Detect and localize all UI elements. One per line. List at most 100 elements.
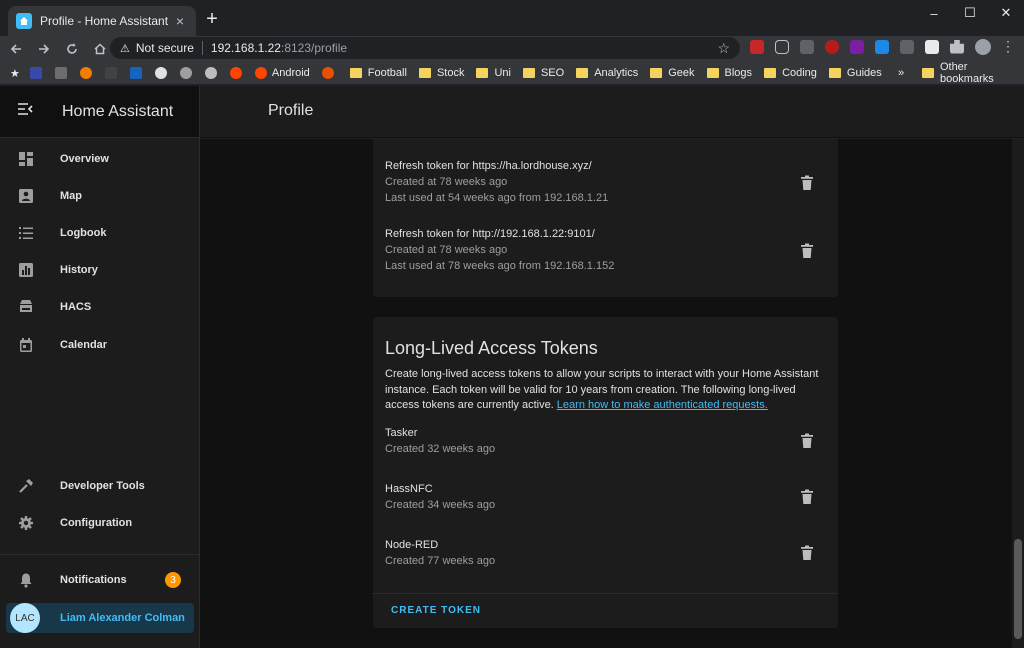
sidebar-item-notifications[interactable]: Notifications 3 [0,562,200,598]
folder-icon [349,68,362,78]
tab-title: Profile - Home Assistant [40,14,169,28]
sidebar-item-history[interactable]: History [0,252,200,288]
profile-avatar-icon[interactable] [975,38,991,55]
folder-icon [476,68,489,78]
bookmark-dots-icon[interactable] [179,67,192,79]
menu-collapse-icon[interactable] [17,102,39,121]
token-name: Refresh token for https://ha.lordhouse.x… [385,160,592,172]
bookmark-guides[interactable]: Guides [828,67,882,79]
bookmark-geek[interactable]: Geek [650,67,695,79]
sidebar-item-overview[interactable]: Overview [0,141,200,177]
delete-token-trash-icon[interactable] [800,489,814,505]
bookmark-ma-icon[interactable] [54,67,67,79]
sidebar-item-label: Logbook [60,227,107,239]
sidebar-item-developer-tools[interactable]: Developer Tools [0,468,200,504]
app-title: Home Assistant [62,102,174,120]
extension-blue-icon[interactable] [875,39,889,54]
token-created: Created 77 weeks ago [385,555,496,567]
pocket-icon[interactable] [775,39,789,54]
long-lived-token-item: Tasker Created 32 weeks ago [385,427,825,455]
bookmarks-bar: ★ Android Football Stock Uni SEO Analyti… [0,61,1024,85]
long-lived-token-item: HassNFC Created 34 weeks ago [385,483,825,511]
extension-red-icon[interactable] [750,39,764,54]
create-token-button[interactable]: CREATE TOKEN [391,605,481,616]
long-lived-tokens-card: Long-Lived Access Tokens Create long-liv… [373,317,838,628]
address-bar[interactable]: ⚠ Not secure 192.168.1.22:8123/profile ☆ [110,37,740,59]
bookmark-frame-icon[interactable] [129,67,142,79]
folder-icon [650,68,663,78]
sidebar: Home Assistant Overview Map Logbook Hist… [0,86,200,648]
sidebar-item-label: Map [60,190,82,202]
bookmark-ball-icon[interactable] [154,67,167,79]
onenote-icon[interactable] [850,39,864,54]
extensions-area: ⋮ [750,38,1015,55]
authenticated-requests-link[interactable]: Learn how to make authenticated requests… [557,399,768,411]
minimize-button[interactable]: – [916,0,952,26]
sidebar-item-calendar[interactable]: Calendar [0,327,200,363]
bookmark-blogs[interactable]: Blogs [706,67,752,79]
puzzle-icon[interactable] [950,39,964,54]
back-arrow-icon[interactable] [4,37,28,61]
sidebar-item-map[interactable]: Map [0,178,200,214]
scrollbar-thumb[interactable] [1014,539,1022,639]
bookmark-football[interactable]: Football [349,67,407,79]
sidebar-item-profile[interactable]: LAC Liam Alexander Colman [6,603,194,633]
bookmark-seo[interactable]: SEO [522,67,564,79]
shield-icon[interactable] [900,39,914,54]
long-lived-token-item: Node-RED Created 77 weeks ago [385,539,825,567]
bookmark-face-icon[interactable] [321,67,334,79]
dashboard-icon [17,150,35,168]
browser-tab[interactable]: Profile - Home Assistant × [8,6,196,36]
token-name: Node-RED [385,539,439,551]
notion-icon[interactable] [925,39,939,54]
delete-token-trash-icon[interactable] [800,433,814,449]
sidebar-item-hacs[interactable]: HACS [0,289,200,325]
bookmark-star-icon[interactable]: ★ [10,67,20,80]
token-name: HassNFC [385,483,433,495]
page-scrollbar[interactable] [1012,139,1024,648]
hacs-icon [17,298,35,316]
bookmark-g2-icon[interactable] [79,67,92,79]
security-label[interactable]: Not secure [136,41,194,55]
folder-icon [764,68,777,78]
other-bookmarks[interactable]: Other bookmarks [922,61,1024,85]
token-last-used: Last used at 78 weeks ago from 192.168.1… [385,260,615,272]
delete-token-trash-icon[interactable] [800,175,814,191]
hammer-icon [17,477,35,495]
delete-token-trash-icon[interactable] [800,243,814,259]
bookmark-star-icon[interactable]: ☆ [717,40,730,57]
token-created: Created 32 weeks ago [385,443,496,455]
window-controls: – ☐ ✕ [916,0,1024,26]
bookmark-globe-icon[interactable] [204,67,217,79]
close-window-button[interactable]: ✕ [988,0,1024,26]
new-tab-button[interactable]: + [202,8,222,30]
sidebar-item-label: Calendar [60,339,108,351]
sidebar-divider [0,554,200,555]
maximize-button[interactable]: ☐ [952,0,988,26]
bookmark-g-icon[interactable] [29,67,42,79]
warning-icon[interactable]: ⚠ [120,42,130,55]
bookmark-analytics[interactable]: Analytics [576,67,638,79]
token-name: Refresh token for http://192.168.1.22:91… [385,228,595,240]
sidebar-item-label: History [60,264,98,276]
more-bookmarks-button[interactable]: » [898,67,904,79]
sidebar-item-logbook[interactable]: Logbook [0,215,200,251]
card-actions: CREATE TOKEN [373,593,838,628]
page-title: Profile [268,102,314,119]
sidebar-item-configuration[interactable]: Configuration [0,505,200,541]
bookmark-uni[interactable]: Uni [476,67,511,79]
tab-close-icon[interactable]: × [172,13,188,29]
forward-arrow-icon[interactable] [32,37,56,61]
bookmark-video-icon[interactable] [104,67,117,79]
layers-icon[interactable] [800,39,814,54]
extension-circle-icon[interactable] [825,39,839,54]
delete-token-trash-icon[interactable] [800,545,814,561]
user-name: Liam Alexander Colman [60,612,185,624]
menu-dots-icon[interactable]: ⋮ [1001,38,1015,55]
bookmark-stock[interactable]: Stock [418,67,464,79]
reload-icon[interactable] [60,37,84,61]
bookmark-android[interactable]: Android [254,67,310,79]
bookmark-coding[interactable]: Coding [764,67,817,79]
bookmark-reddit-icon[interactable] [229,67,242,79]
home-icon[interactable] [88,37,112,61]
